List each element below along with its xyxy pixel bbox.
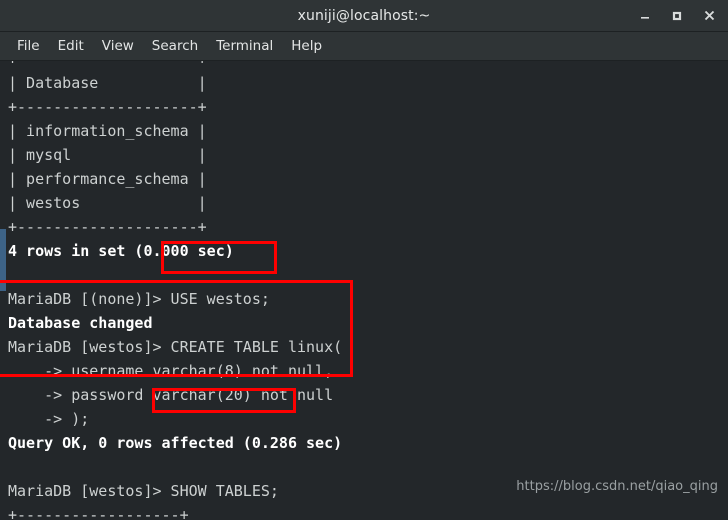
menu-item-search[interactable]: Search <box>143 36 207 56</box>
minimize-button[interactable] <box>630 0 660 31</box>
terminal-line: MariaDB [westos]> CREATE TABLE linux( <box>8 338 343 356</box>
close-button[interactable] <box>694 0 724 31</box>
terminal-line: | performance_schema | <box>8 170 207 188</box>
terminal-line: -> password varchar(20) not null <box>8 386 334 404</box>
terminal-line: +------------------+ <box>8 506 189 520</box>
window-title: xuniji@localhost:~ <box>297 7 431 24</box>
terminal-content[interactable]: +--------------------+ | Database | +-----… <box>0 61 728 520</box>
terminal-line: +--------------------+ <box>8 218 207 236</box>
terminal-line: Query OK, 0 rows affected (0.286 sec) <box>8 434 343 452</box>
menu-item-file[interactable]: File <box>8 36 49 56</box>
minimize-icon <box>641 16 649 19</box>
maximize-icon <box>672 11 682 20</box>
menu-item-view[interactable]: View <box>93 36 143 56</box>
terminal-line: 4 rows in set (0.000 sec) <box>8 242 234 260</box>
close-icon <box>704 10 714 21</box>
terminal-line: -> username varchar(8) not null, <box>8 362 334 380</box>
menu-bar: File Edit View Search Terminal Help <box>0 32 728 61</box>
terminal-line: | information_schema | <box>8 122 207 140</box>
scrollbar-thumb[interactable] <box>0 229 6 291</box>
terminal-line: -> ); <box>8 410 90 428</box>
watermark-text: https://blog.csdn.net/qiao_qing <box>516 479 718 494</box>
title-bar: xuniji@localhost:~ <box>0 0 728 32</box>
terminal-line: | mysql | <box>8 146 207 164</box>
menu-item-help[interactable]: Help <box>282 36 331 56</box>
terminal-line: Database changed <box>8 314 153 332</box>
terminal-output: +--------------------+ | Database | +-----… <box>8 61 724 520</box>
terminal-line: | Database | <box>8 74 207 92</box>
menu-item-edit[interactable]: Edit <box>49 36 93 56</box>
terminal-scrollbar[interactable] <box>0 61 6 520</box>
terminal-line: | westos | <box>8 194 207 212</box>
terminal-line: +--------------------+ <box>8 61 724 71</box>
window-controls <box>630 0 724 31</box>
terminal-line: +--------------------+ <box>8 98 207 116</box>
menu-item-terminal[interactable]: Terminal <box>207 36 282 56</box>
terminal-window: xuniji@localhost:~ File Edit View Search… <box>0 0 728 520</box>
terminal-line: MariaDB [(none)]> USE westos; <box>8 290 270 308</box>
maximize-button[interactable] <box>662 0 692 31</box>
